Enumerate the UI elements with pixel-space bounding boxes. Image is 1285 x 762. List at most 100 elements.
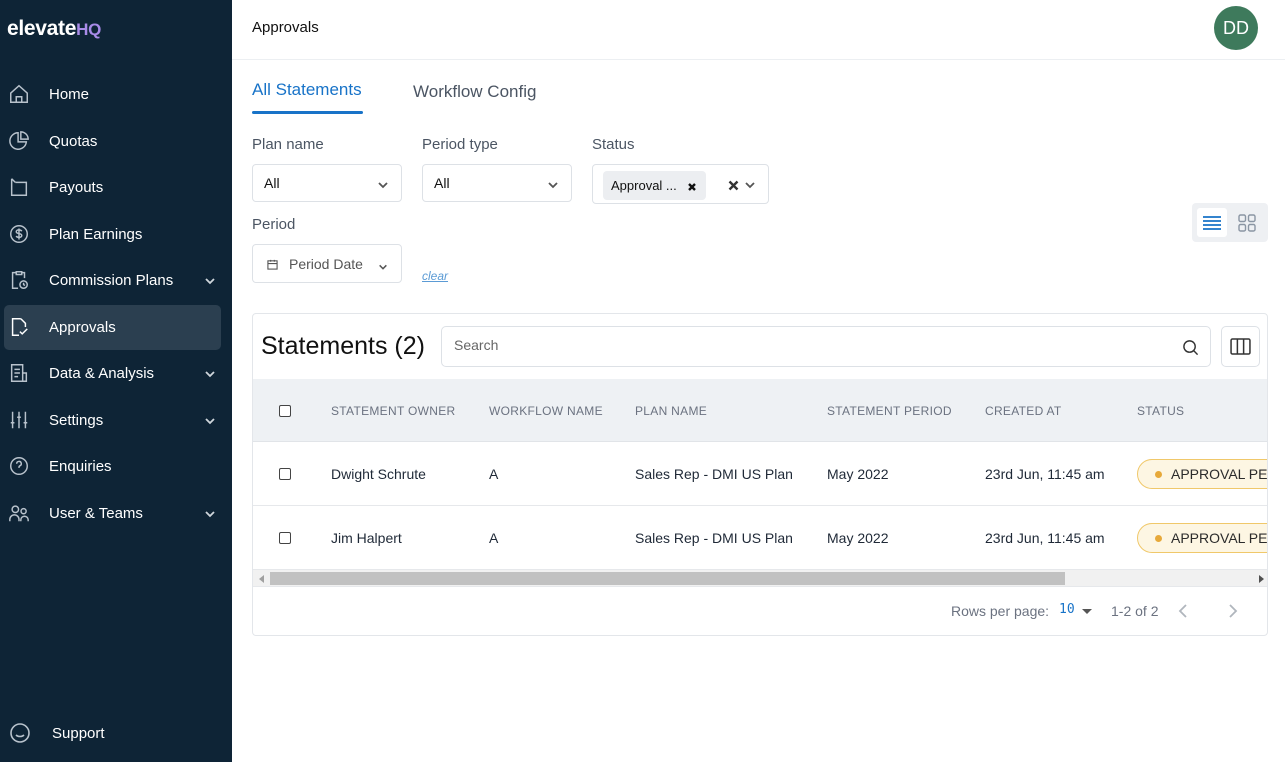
row-checkbox[interactable] (279, 532, 291, 544)
clear-filters-link[interactable]: clear (422, 269, 448, 283)
row-checkbox[interactable] (279, 468, 291, 480)
status-chip: Approval ... (603, 171, 706, 200)
cell-created-at: 23rd Jun, 11:45 am (985, 530, 1105, 546)
sidebar-item-label: Payouts (49, 179, 104, 196)
table-header: STATEMENT OWNER WORKFLOW NAME PLAN NAME … (253, 379, 1267, 442)
sidebar-item-label: Enquiries (49, 458, 112, 475)
sidebar-item-user-teams[interactable]: User & Teams (4, 491, 221, 536)
column-header-status[interactable]: STATUS (1137, 404, 1184, 418)
chevron-down-icon (547, 178, 559, 190)
sidebar-item-label: Data & Analysis (49, 365, 155, 382)
tab-all-statements[interactable]: All Statements (252, 80, 362, 100)
sidebar-item-label: Quotas (49, 132, 98, 150)
chevron-right-icon (1229, 604, 1238, 618)
table-row[interactable]: Dwight Schrute A Sales Rep - DMI US Plan… (253, 442, 1268, 506)
plan-name-select[interactable]: All (252, 164, 402, 202)
pie-chart-icon (8, 130, 30, 152)
column-header-statement-owner[interactable]: STATEMENT OWNER (331, 404, 456, 418)
chevron-down-icon (744, 178, 756, 190)
sidebar-item-label: Settings (49, 411, 104, 429)
sidebar-item-label: User & Teams (49, 504, 143, 522)
previous-page-button[interactable] (1177, 603, 1191, 619)
chevron-down-icon (204, 507, 216, 519)
status-badge-text: APPROVAL PE (1171, 530, 1268, 546)
tab-workflow-config[interactable]: Workflow Config (413, 82, 536, 102)
support-label: Support (52, 724, 105, 742)
cell-plan-name: Sales Rep - DMI US Plan (635, 466, 793, 482)
period-type-select[interactable]: All (422, 164, 572, 202)
question-circle-icon (8, 455, 30, 477)
sidebar-nav: Home Quotas Payouts Plan Earnings Commis… (0, 72, 232, 537)
logo-text: elevate (7, 17, 77, 40)
rows-per-page-select[interactable]: 10 (1059, 602, 1075, 617)
users-icon (8, 502, 30, 524)
active-tab-indicator (252, 111, 363, 114)
column-header-plan-name[interactable]: PLAN NAME (635, 404, 707, 418)
select-all-checkbox[interactable] (279, 405, 291, 417)
clear-icon[interactable] (728, 178, 739, 191)
dollar-circle-icon (8, 223, 30, 245)
search-box (441, 326, 1211, 367)
cell-created-at: 23rd Jun, 11:45 am (985, 466, 1105, 482)
caret-down-icon[interactable] (1082, 609, 1092, 614)
status-dot (1155, 470, 1162, 478)
next-page-button[interactable] (1225, 603, 1239, 619)
sidebar-item-settings[interactable]: Settings (4, 398, 221, 443)
home-icon (8, 83, 30, 105)
status-badge: APPROVAL PE (1137, 523, 1268, 553)
sidebar-item-commission-plans[interactable]: Commission Plans (4, 258, 221, 303)
approval-document-icon (8, 316, 30, 338)
scrollbar-thumb[interactable] (270, 572, 1065, 585)
sidebar-item-home[interactable]: Home (4, 72, 221, 117)
logo-hq-text: HQ (76, 20, 102, 39)
app-logo[interactable]: elevateHQ (7, 17, 101, 41)
period-label: Period (252, 216, 296, 233)
search-icon[interactable] (1182, 339, 1199, 356)
report-icon (8, 362, 30, 384)
cell-workflow-name: A (489, 466, 499, 482)
sidebar-item-quotas[interactable]: Quotas (4, 119, 221, 164)
scroll-right-arrow-icon[interactable] (1259, 575, 1264, 583)
sidebar-item-enquiries[interactable]: Enquiries (4, 444, 221, 489)
sidebar-item-approvals[interactable]: Approvals (4, 304, 221, 350)
close-icon[interactable] (687, 179, 697, 191)
view-toggle (1192, 203, 1268, 242)
period-type-label: Period type (422, 136, 498, 153)
avatar[interactable]: DD (1214, 6, 1258, 50)
support-link[interactable]: Support (8, 720, 105, 746)
sidebar-item-plan-earnings[interactable]: Plan Earnings (4, 212, 221, 257)
cell-statement-period: May 2022 (827, 466, 889, 482)
search-input[interactable] (454, 337, 1154, 353)
period-date-picker[interactable]: Period Date (252, 244, 402, 283)
chevron-down-icon (204, 414, 216, 426)
list-view-button[interactable] (1197, 208, 1227, 237)
cell-plan-name: Sales Rep - DMI US Plan (635, 530, 793, 546)
sidebar: elevateHQ Home Quotas Payouts Plan Earni… (0, 0, 232, 762)
cell-statement-owner: Dwight Schrute (331, 466, 426, 482)
status-badge-text: APPROVAL PE (1171, 466, 1268, 482)
column-header-workflow-name[interactable]: WORKFLOW NAME (489, 404, 603, 418)
cell-workflow-name: A (489, 530, 499, 546)
column-header-statement-period[interactable]: STATEMENT PERIOD (827, 404, 952, 418)
table-row[interactable]: Jim Halpert A Sales Rep - DMI US Plan Ma… (253, 506, 1268, 570)
grid-view-button[interactable] (1232, 208, 1262, 237)
horizontal-scrollbar[interactable] (253, 570, 1267, 587)
chevron-down-icon (378, 259, 388, 270)
grid-icon (1238, 213, 1256, 232)
columns-button[interactable] (1221, 326, 1260, 367)
cell-statement-period: May 2022 (827, 530, 889, 546)
status-label: Status (592, 136, 635, 153)
column-header-created-at[interactable]: CREATED AT (985, 404, 1062, 418)
chevron-down-icon (204, 274, 216, 286)
list-icon (1203, 215, 1221, 230)
sidebar-item-label: Home (49, 86, 90, 103)
sidebar-item-data-analysis[interactable]: Data & Analysis (4, 351, 221, 396)
plan-name-label: Plan name (252, 136, 324, 153)
sliders-icon (8, 409, 30, 431)
calendar-icon (267, 259, 278, 270)
status-select[interactable]: Approval ... (592, 164, 769, 204)
scroll-left-arrow-icon[interactable] (259, 575, 264, 583)
rows-per-page-label: Rows per page: (951, 603, 1050, 619)
sidebar-item-payouts[interactable]: Payouts (4, 165, 221, 210)
sidebar-item-label: Commission Plans (49, 272, 174, 289)
